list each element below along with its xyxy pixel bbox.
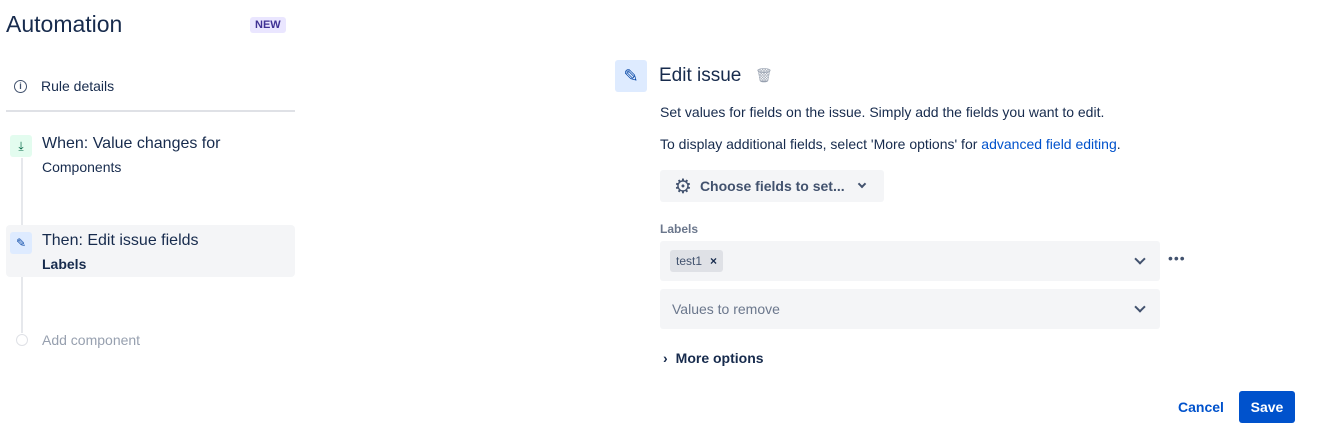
action-subtitle: Labels	[42, 256, 87, 272]
panel-title: Edit issue	[659, 65, 742, 86]
labels-label: Labels	[660, 222, 699, 236]
action-step[interactable]: ✎ Then: Edit issue fields Labels	[10, 232, 199, 272]
page-title: Automation	[6, 11, 123, 37]
divider	[6, 110, 295, 112]
pencil-icon: ✎	[615, 60, 647, 92]
description-2: To display additional fields, select 'Mo…	[660, 136, 1121, 152]
labels-select[interactable]: test1 ×	[660, 241, 1160, 281]
chevron-right-icon: ›	[663, 350, 668, 366]
chevron-down-icon[interactable]	[1134, 301, 1146, 313]
remove-tag-icon[interactable]: ×	[710, 254, 717, 268]
gear-icon: ⚙	[674, 175, 692, 198]
trigger-icon: ⤓	[10, 135, 32, 157]
trigger-step[interactable]: ⤓ When: Value changes for Components	[10, 135, 220, 175]
save-button[interactable]: Save	[1239, 391, 1295, 423]
rule-details-label: Rule details	[41, 78, 115, 94]
description: Set values for fields on the issue. Simp…	[660, 104, 1105, 120]
info-icon: i	[14, 79, 27, 93]
rule-details-item[interactable]: i Rule details	[14, 78, 114, 94]
cancel-button[interactable]: Cancel	[1178, 399, 1224, 415]
add-component-link[interactable]: Add component	[42, 332, 140, 348]
chevron-down-icon	[857, 179, 866, 189]
advanced-editing-link[interactable]: advanced field editing	[981, 136, 1116, 152]
trash-icon[interactable]: 🗑	[755, 67, 773, 84]
chevron-down-icon[interactable]	[1134, 253, 1146, 265]
trigger-title: When: Value changes for	[42, 135, 221, 152]
new-badge: NEW	[250, 17, 286, 33]
action-title: Then: Edit issue fields	[42, 232, 199, 249]
pencil-icon: ✎	[10, 232, 32, 254]
label-tag: test1 ×	[670, 250, 724, 272]
trigger-subtitle: Components	[42, 159, 122, 175]
more-menu-button[interactable]: •••	[1168, 250, 1186, 266]
values-to-remove-select[interactable]: Values to remove	[660, 289, 1160, 329]
choose-fields-button[interactable]: ⚙ Choose fields to set...	[660, 170, 884, 202]
add-dot-icon	[16, 334, 28, 346]
more-options-toggle[interactable]: › More options	[663, 350, 764, 366]
